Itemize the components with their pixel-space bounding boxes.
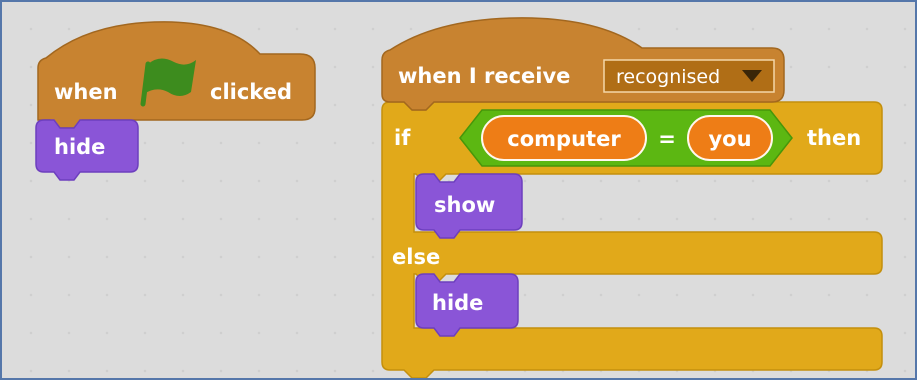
else-hide-block[interactable]: hide (415, 273, 519, 337)
script-green-flag[interactable]: when clicked hide (35, 21, 316, 181)
computer-reporter[interactable]: computer (481, 115, 647, 161)
equals-operator-block[interactable]: computer = you (459, 109, 793, 167)
clicked-label: clicked (210, 80, 292, 104)
when-label: when (54, 80, 118, 104)
you-label: you (708, 127, 751, 151)
hide-label: hide (54, 135, 105, 159)
message-dropdown[interactable]: recognised (603, 59, 775, 93)
scripts-area[interactable]: when clicked hide if else then computer … (0, 0, 917, 380)
else-hide-label: hide (432, 291, 483, 315)
message-dropdown-value: recognised (616, 66, 720, 88)
when-i-receive-block[interactable]: when I receive recognised (381, 17, 785, 111)
when-i-receive-label: when I receive (398, 64, 570, 88)
if-label: if (394, 126, 411, 150)
then-label: then (807, 126, 861, 150)
you-reporter[interactable]: you (687, 115, 773, 161)
show-label: show (434, 193, 495, 217)
show-block[interactable]: show (415, 173, 523, 239)
script-when-i-receive[interactable]: if else then computer = you show hide wh… (381, 17, 883, 378)
else-label: else (392, 245, 440, 269)
if-else-block[interactable]: if else then computer = you show hide (381, 101, 883, 378)
computer-label: computer (507, 127, 621, 151)
hide-block[interactable]: hide (35, 119, 139, 181)
when-flag-clicked-block[interactable]: when clicked (37, 21, 316, 129)
scripts-canvas: when clicked hide if else then computer … (35, 17, 883, 378)
equals-sign: = (658, 127, 676, 151)
